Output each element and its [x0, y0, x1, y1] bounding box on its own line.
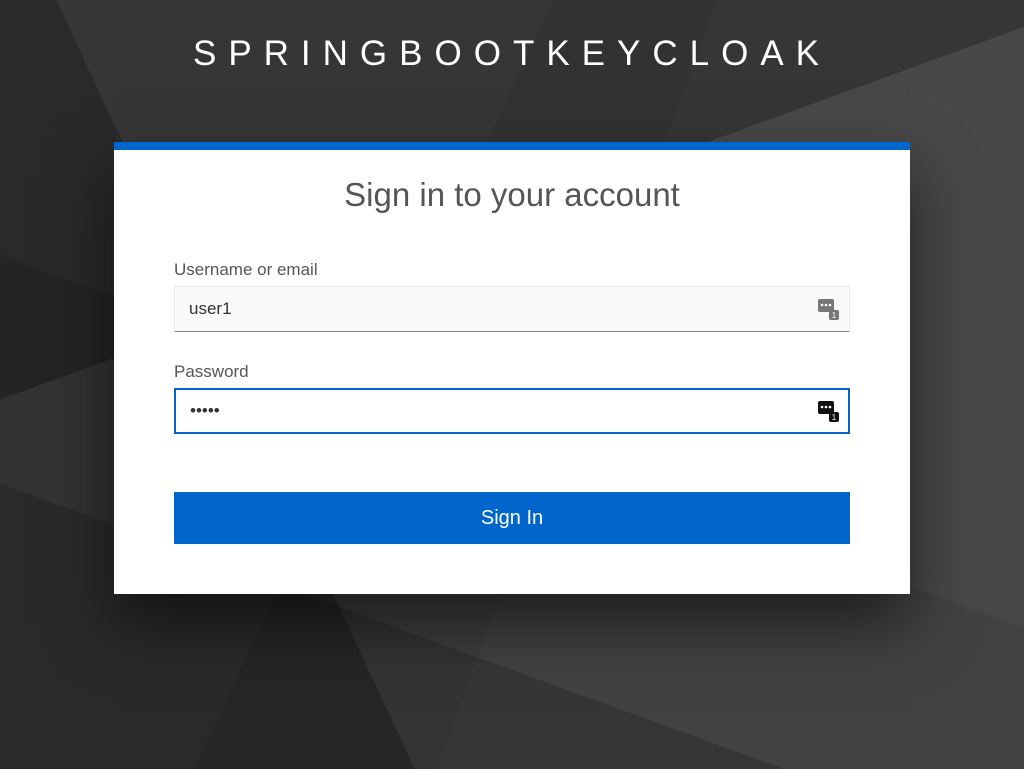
- username-input[interactable]: [174, 286, 850, 332]
- username-label: Username or email: [174, 260, 850, 280]
- sign-in-button[interactable]: Sign In: [174, 492, 850, 544]
- field-username: Username or email 1: [174, 260, 850, 332]
- field-password: Password 1: [174, 362, 850, 434]
- password-label: Password: [174, 362, 850, 382]
- card-heading: Sign in to your account: [174, 176, 850, 214]
- realm-title: SPRINGBOOTKEYCLOAK: [193, 34, 831, 74]
- password-input[interactable]: [174, 388, 850, 434]
- login-card: Sign in to your account Username or emai…: [114, 142, 910, 594]
